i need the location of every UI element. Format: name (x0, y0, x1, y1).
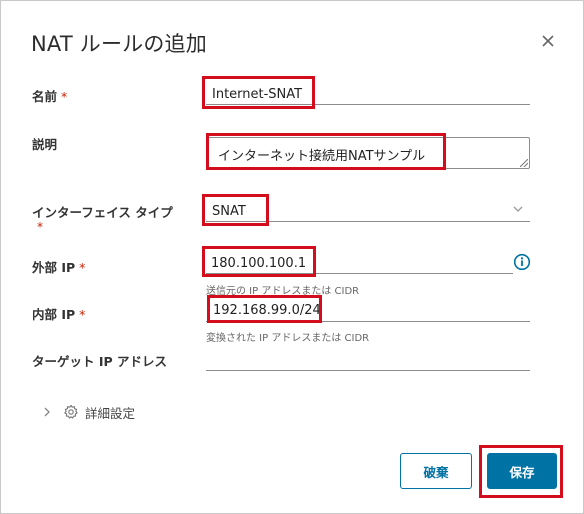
internal-ip-hint: 変換された IP アドレスまたは CIDR (206, 333, 370, 344)
required-mark: * (37, 220, 43, 234)
resize-handle-icon[interactable] (520, 159, 528, 167)
discard-button[interactable]: 破棄 (400, 453, 472, 489)
highlight-box (202, 194, 269, 226)
target-ip-label: ターゲット IP アドレス (32, 354, 168, 369)
required-mark: * (79, 307, 86, 322)
dialog-title: NAT ルールの追加 (31, 32, 207, 56)
advanced-settings-toggle[interactable]: 詳細設定 (43, 403, 135, 421)
highlight-box (207, 295, 322, 323)
chevron-right-icon (44, 407, 50, 417)
nat-rule-dialog: NAT ルールの追加 名前 * Internet-SNAT 説明 インターネット接… (0, 0, 584, 514)
required-mark: * (79, 260, 86, 275)
name-label: 名前 * (32, 89, 68, 104)
target-ip-input[interactable] (206, 346, 530, 371)
close-icon[interactable] (538, 31, 558, 51)
highlight-box (206, 133, 446, 170)
info-icon[interactable] (513, 253, 531, 271)
external-ip-label: 外部 IP * (32, 260, 86, 275)
interface-type-label: インターフェイス タイプ (32, 205, 173, 220)
chevron-down-icon[interactable] (512, 203, 524, 215)
advanced-settings-label: 詳細設定 (85, 405, 136, 421)
internal-ip-label: 内部 IP * (32, 307, 86, 322)
description-label: 説明 (32, 137, 58, 152)
highlight-box (479, 445, 563, 498)
required-mark: * (61, 89, 68, 104)
highlight-box (202, 246, 316, 277)
highlight-box (202, 76, 315, 109)
gear-icon (64, 404, 78, 419)
